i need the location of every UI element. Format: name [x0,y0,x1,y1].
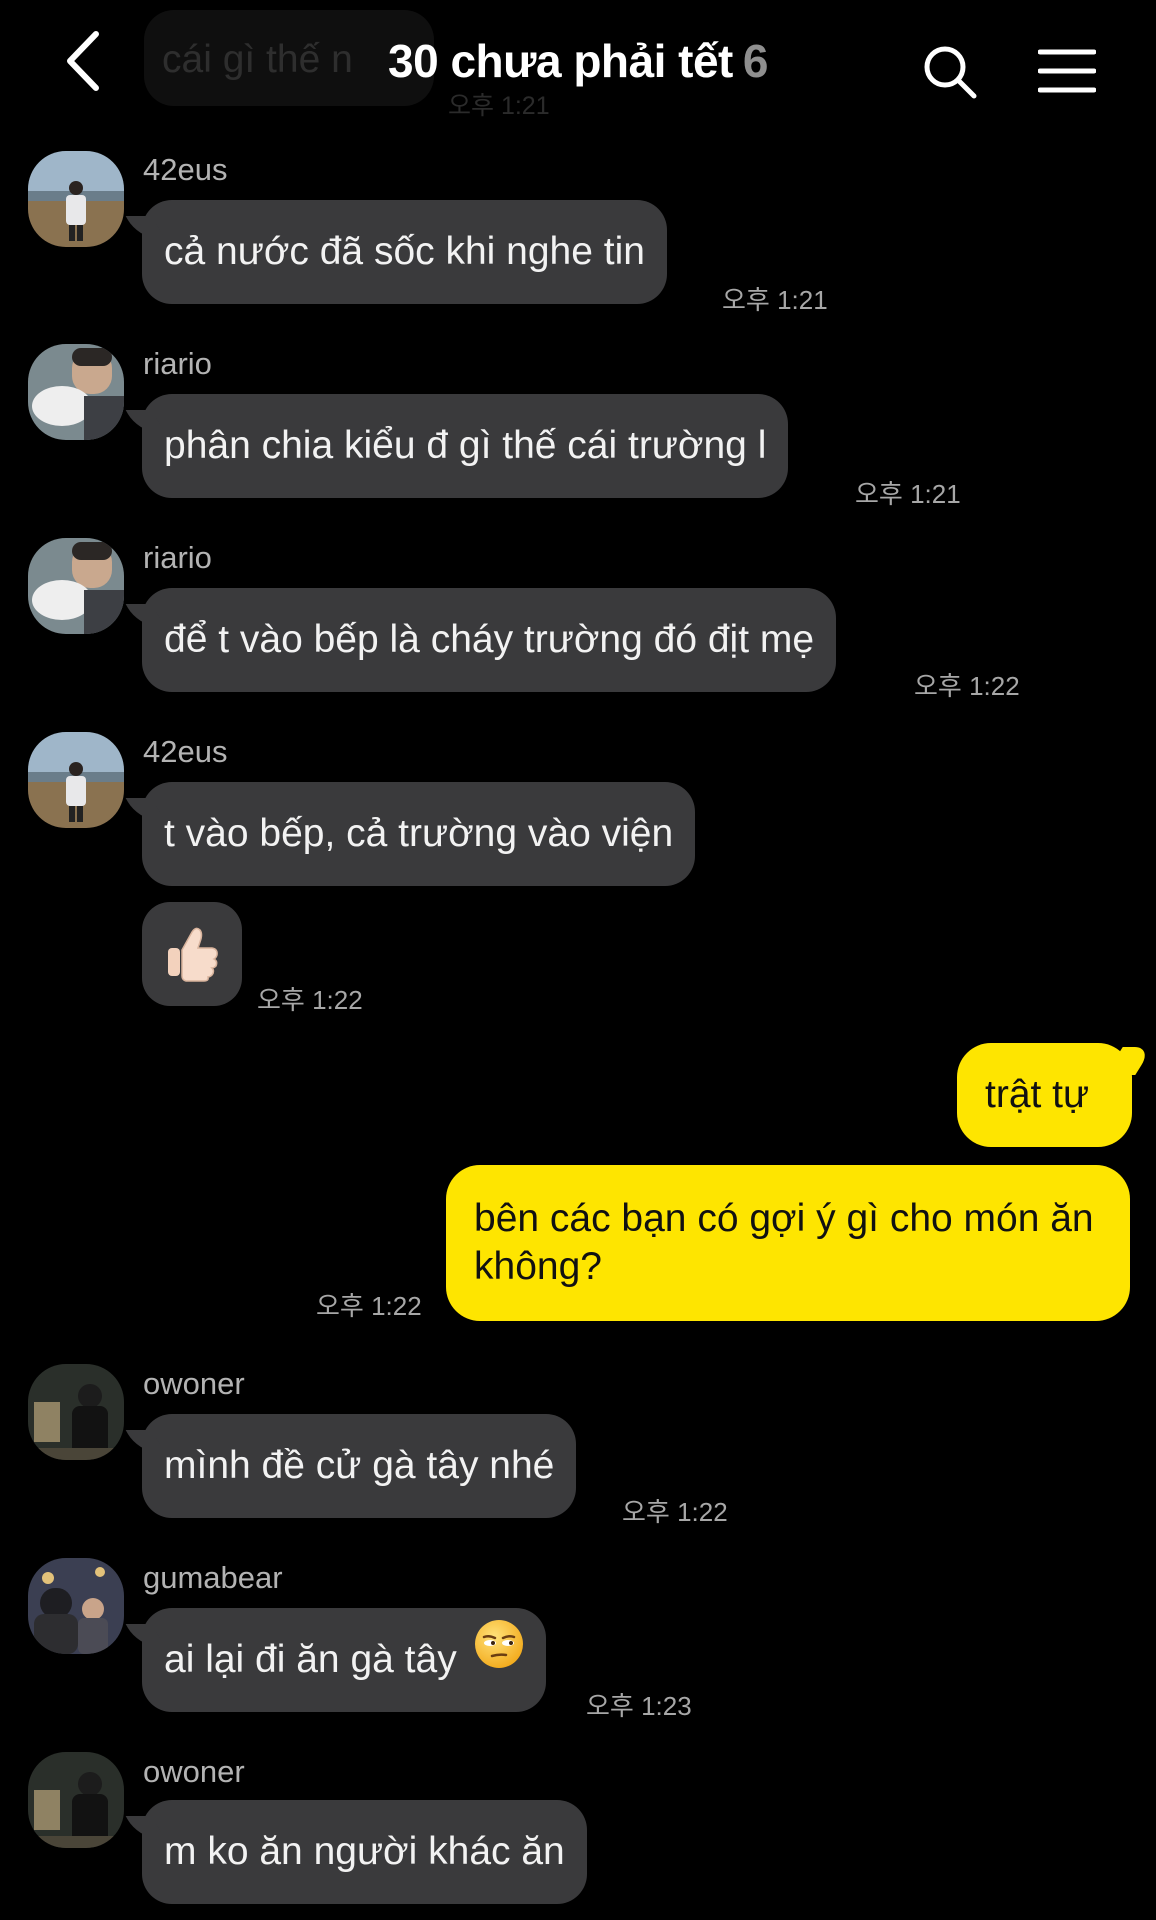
message-text: m ko ăn người khác ăn [164,1830,565,1873]
avatar-riario[interactable] [28,344,124,440]
message-bubble[interactable]: phân chia kiểu đ gì thế cái trường l [142,394,789,498]
avatar-gumabear[interactable] [28,1558,124,1654]
sender-name: gumabear [143,1560,283,1595]
message-time: 오후 1:21 [855,479,961,509]
message-time: 오후 1:22 [914,671,1020,701]
my-message-bubble[interactable]: trật tự [957,1043,1132,1147]
avatar-42eus[interactable] [28,732,124,828]
profile-photo [28,151,124,247]
avatar-owoner[interactable] [28,1364,124,1460]
chat-screen: cái gì thế n 오후 1:21 30 chưa phải tết6 [0,0,1156,1920]
message-bubble[interactable]: để t vào bếp là cháy trường đó địt mẹ [142,588,837,692]
my-message-bubble[interactable]: bên các bạn có gợi ý gì cho món ăn không… [446,1165,1130,1321]
sender-name: owoner [143,1366,245,1401]
emoji-message-bubble[interactable] [142,902,242,1006]
member-count: 6 [742,35,769,87]
chat-header: cái gì thế n 오후 1:21 30 chưa phải tết 6 [0,0,1156,130]
scrolled-message-time: 오후 1:21 [448,92,550,120]
message-time: 오후 1:22 [622,1497,728,1527]
message-bubble[interactable]: cả nước đã sốc khi nghe tin [142,200,667,304]
sender-name: riario [143,346,212,381]
sender-name: 42eus [143,152,228,187]
avatar-owoner[interactable] [28,1752,124,1848]
profile-photo [28,1364,124,1460]
message-text: t vào bếp, cả trường vào viện [164,812,674,855]
profile-photo [28,1558,124,1654]
thumbs-up-icon [168,927,218,982]
chat-room-name: 30 chưa phải tết [388,35,733,87]
message-text: phân chia kiểu đ gì thế cái trường l [164,424,767,467]
profile-photo [28,344,124,440]
message-time: 오후 1:22 [257,985,363,1015]
avatar-42eus[interactable] [28,151,124,247]
message-text: cả nước đã sốc khi nghe tin [164,230,645,273]
message-bubble[interactable]: t vào bếp, cả trường vào viện [142,782,696,886]
message-text: trật tự [985,1073,1090,1116]
message-text: mình đề cử gà tây nhé [164,1444,555,1487]
message-bubble[interactable]: ai lại đi ăn gà tây [142,1608,546,1712]
unamused-face-icon [474,1605,524,1709]
message-text: bên các bạn có gợi ý gì cho món ăn không… [474,1197,1094,1288]
sender-name: 42eus [143,734,228,769]
search-button[interactable] [922,44,978,100]
message-time: 오후 1:22 [316,1291,422,1321]
chat-title: 30 chưa phải tết 6 [0,34,1156,88]
message-time: 오후 1:21 [722,285,828,315]
message-bubble[interactable]: mình đề cử gà tây nhé [142,1414,577,1518]
sender-name: riario [143,540,212,575]
message-text: để t vào bếp là cháy trường đó địt mẹ [164,618,815,661]
avatar-riario[interactable] [28,538,124,634]
profile-photo [28,1752,124,1848]
message-time: 오후 1:23 [586,1691,692,1721]
message-text: ai lại đi ăn gà tây [164,1638,457,1681]
message-bubble[interactable]: m ko ăn người khác ăn [142,1800,587,1904]
menu-button[interactable] [1037,48,1097,94]
sender-name: owoner [143,1754,245,1789]
profile-photo [28,538,124,634]
hamburger-menu-icon [1037,49,1097,93]
search-icon [924,46,977,99]
profile-photo [28,732,124,828]
